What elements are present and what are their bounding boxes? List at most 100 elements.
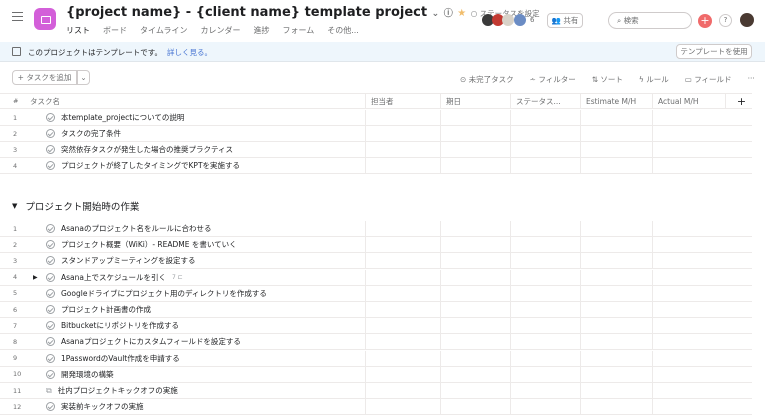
actual-cell[interactable] <box>652 253 725 269</box>
task-name-cell[interactable]: タスクの完了条件 <box>30 128 365 139</box>
due-date-cell[interactable] <box>440 269 510 285</box>
complete-check-icon[interactable] <box>46 305 55 314</box>
estimate-cell[interactable] <box>580 253 652 269</box>
actual-cell[interactable] <box>652 383 725 398</box>
due-date-cell[interactable] <box>440 253 510 269</box>
actual-cell[interactable] <box>652 285 725 301</box>
member-avatar[interactable] <box>514 14 526 26</box>
task-row[interactable]: 4 ▶ Asana上でスケジュールを引く 7 ⊏ <box>0 269 752 286</box>
complete-check-icon[interactable] <box>46 337 55 347</box>
task-row[interactable]: 5 Googleドライブにプロジェクト用のディレクトリを作成する <box>0 285 752 302</box>
task-row[interactable]: 7 Bitbucketにリポジトリを作成する <box>0 318 752 335</box>
column-due-date[interactable]: 期日 <box>440 94 510 108</box>
task-name-cell[interactable]: Bitbucketにリポジトリを作成する <box>30 320 365 331</box>
estimate-cell[interactable] <box>580 334 652 350</box>
task-row[interactable]: 12 実装前キックオフの実施 <box>0 399 752 416</box>
estimate-cell[interactable] <box>580 350 652 366</box>
due-date-cell[interactable] <box>440 126 510 141</box>
complete-check-icon[interactable] <box>46 321 55 331</box>
column-task-name[interactable]: タスク名 <box>30 96 365 107</box>
estimate-cell[interactable] <box>580 399 652 415</box>
sort-button[interactable]: ⇅ ソート <box>592 74 623 85</box>
learn-more-link[interactable]: 詳しく見る。 <box>167 47 212 58</box>
member-avatar[interactable] <box>502 14 514 26</box>
task-name-cell[interactable]: ⧉ 社内プロジェクトキックオフの実施 <box>30 385 365 396</box>
add-task-button[interactable]: + タスクを追加 <box>12 70 77 85</box>
rules-button[interactable]: ϟ ルール <box>639 74 669 85</box>
due-date-cell[interactable] <box>440 110 510 125</box>
column-actual[interactable]: Actual M/H <box>652 94 725 108</box>
fields-button[interactable]: ▭ フィールド <box>685 74 732 85</box>
approval-icon[interactable]: ⧉ <box>46 386 52 396</box>
menu-icon[interactable] <box>12 12 23 21</box>
estimate-cell[interactable] <box>580 302 652 317</box>
task-name-cell[interactable]: 開発環境の構築 <box>30 369 365 380</box>
estimate-cell[interactable] <box>580 366 652 382</box>
tab-list[interactable]: リスト <box>66 25 90 43</box>
status-cell[interactable] <box>510 158 580 173</box>
column-estimate[interactable]: Estimate M/H <box>580 94 652 108</box>
help-button[interactable]: ? <box>719 14 732 27</box>
filter-button[interactable]: ⩪ フィルター <box>530 74 576 85</box>
status-cell[interactable] <box>510 110 580 125</box>
column-assignee[interactable]: 担当者 <box>365 94 440 108</box>
task-name-cell[interactable]: プロジェクトが終了したタイミングでKPTを実施する <box>30 160 365 171</box>
estimate-cell[interactable] <box>580 142 652 157</box>
actual-cell[interactable] <box>652 126 725 141</box>
task-name-cell[interactable]: 1PasswordのVault作成を申請する <box>30 353 365 364</box>
due-date-cell[interactable] <box>440 142 510 157</box>
assignee-cell[interactable] <box>365 142 440 157</box>
status-cell[interactable] <box>510 366 580 382</box>
task-name-cell[interactable]: ▶ Asana上でスケジュールを引く 7 ⊏ <box>30 272 365 283</box>
add-task-dropdown-chevron-icon[interactable]: ⌄ <box>77 70 90 85</box>
estimate-cell[interactable] <box>580 285 652 301</box>
complete-check-icon[interactable] <box>46 240 55 250</box>
complete-check-icon[interactable] <box>46 272 55 282</box>
status-cell[interactable] <box>510 399 580 415</box>
task-row[interactable]: 6 プロジェクト計画書の作成 <box>0 302 752 318</box>
actual-cell[interactable] <box>652 350 725 366</box>
status-cell[interactable] <box>510 383 580 398</box>
task-row[interactable]: 10 開発環境の構築 <box>0 366 752 383</box>
expand-subtasks-icon[interactable]: ▶ <box>33 274 38 281</box>
due-date-cell[interactable] <box>440 399 510 415</box>
status-cell[interactable] <box>510 285 580 301</box>
actual-cell[interactable] <box>652 302 725 317</box>
tab-timeline[interactable]: タイムライン <box>140 25 187 43</box>
due-date-cell[interactable] <box>440 350 510 366</box>
task-name-cell[interactable]: プロジェクト概要（WiKi）- README を書いていく <box>30 239 365 250</box>
assignee-cell[interactable] <box>365 350 440 366</box>
estimate-cell[interactable] <box>580 383 652 398</box>
search-input[interactable]: ⌕ 検索 <box>608 12 692 29</box>
add-button-plus-icon[interactable]: + <box>698 14 712 28</box>
status-cell[interactable] <box>510 302 580 317</box>
use-template-button[interactable]: テンプレートを使用 <box>676 44 752 59</box>
task-row[interactable]: 1 本template_projectについての説明 <box>0 110 752 126</box>
due-date-cell[interactable] <box>440 302 510 317</box>
tab-calendar[interactable]: カレンダー <box>200 25 240 43</box>
complete-check-icon[interactable] <box>46 224 55 233</box>
tab-progress[interactable]: 進捗 <box>253 25 269 43</box>
actual-cell[interactable] <box>652 142 725 157</box>
due-date-cell[interactable] <box>440 334 510 350</box>
info-icon[interactable]: ⓘ <box>444 9 453 19</box>
task-name-cell[interactable]: 突然依存タスクが発生した場合の推奨プラクティス <box>30 144 365 155</box>
member-count[interactable]: 6 <box>530 16 534 24</box>
task-name-cell[interactable]: Asanaのプロジェクト名をルールに合わせる <box>30 223 365 234</box>
task-row[interactable]: 2 プロジェクト概要（WiKi）- README を書いていく <box>0 237 752 254</box>
estimate-cell[interactable] <box>580 158 652 173</box>
status-cell[interactable] <box>510 350 580 366</box>
tab-more[interactable]: その他... <box>327 25 359 43</box>
actual-cell[interactable] <box>652 110 725 125</box>
incomplete-tasks-filter[interactable]: ⊙ 未完了タスク <box>460 74 514 85</box>
task-row[interactable]: 3 突然依存タスクが発生した場合の推奨プラクティス <box>0 142 752 158</box>
assignee-cell[interactable] <box>365 302 440 317</box>
complete-check-icon[interactable] <box>46 113 55 122</box>
complete-check-icon[interactable] <box>46 129 55 138</box>
due-date-cell[interactable] <box>440 221 510 236</box>
task-row[interactable]: 9 1PasswordのVault作成を申請する <box>0 350 752 367</box>
collapse-triangle-icon[interactable]: ▼ <box>12 202 17 210</box>
assignee-cell[interactable] <box>365 399 440 415</box>
task-row[interactable]: 11 ⧉ 社内プロジェクトキックオフの実施 <box>0 383 752 399</box>
section-header[interactable]: ▼ プロジェクト開始時の作業 <box>12 199 139 213</box>
